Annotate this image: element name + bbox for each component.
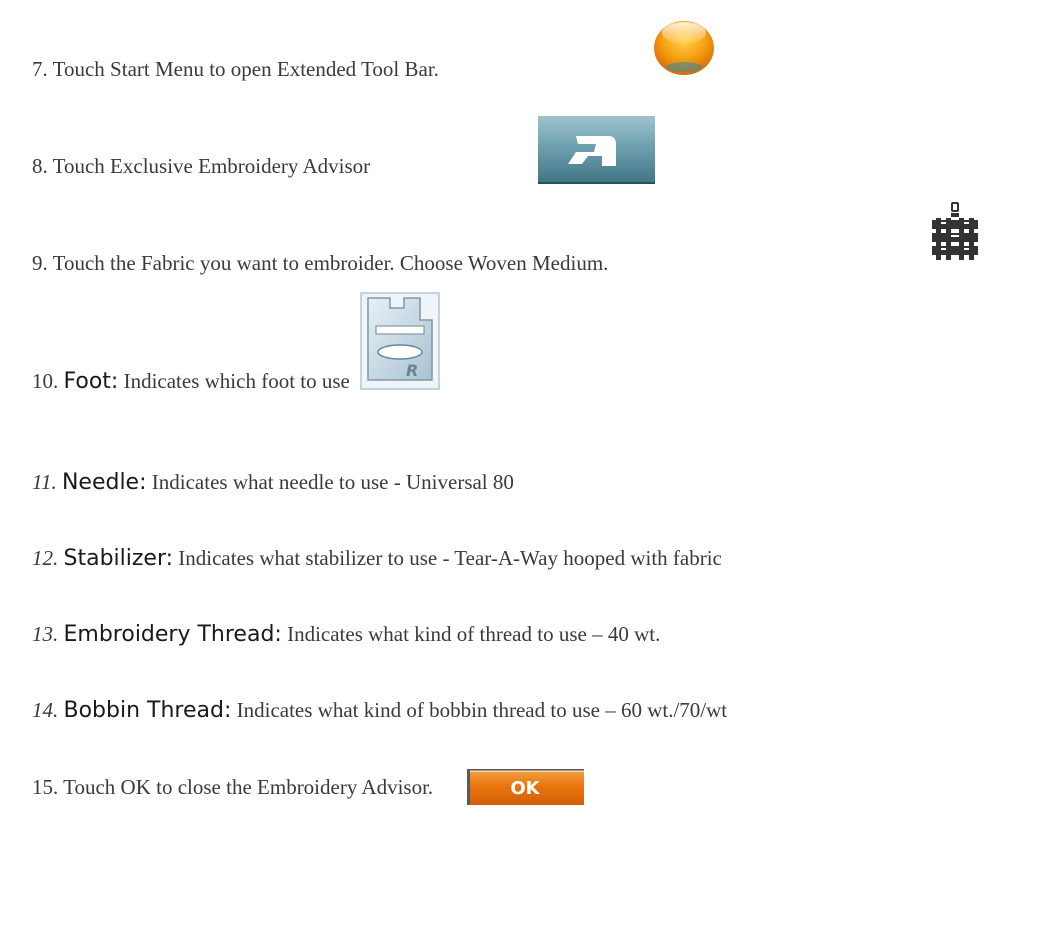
- step-7: 7. Touch Start Menu to open Extended Too…: [32, 59, 439, 80]
- step-text: Touch Exclusive Embroidery Advisor: [52, 154, 371, 178]
- step-number: 12.: [32, 546, 59, 570]
- step-text: Indicates what needle to use - Universal…: [151, 470, 514, 494]
- step-number: 14.: [32, 698, 59, 722]
- step-text: Indicates which foot to use: [123, 369, 350, 393]
- step-number: 7.: [32, 57, 48, 81]
- step-9: 9. Touch the Fabric you want to embroide…: [32, 253, 608, 274]
- step-number: 11.: [32, 470, 57, 494]
- step-number: 9.: [32, 251, 48, 275]
- step-text: Indicates what kind of bobbin thread to …: [236, 698, 728, 722]
- step-11: 11. Needle: Indicates what needle to use…: [32, 472, 514, 494]
- presser-foot-r-icon[interactable]: R: [360, 292, 440, 390]
- step-number: 15.: [32, 775, 59, 799]
- step-14: 14. Bobbin Thread: Indicates what kind o…: [32, 700, 727, 722]
- step-term: Embroidery Thread:: [63, 622, 282, 647]
- step-text: Indicates what kind of thread to use – 4…: [287, 622, 661, 646]
- step-10: 10. Foot: Indicates which foot to use: [32, 371, 350, 393]
- step-term: Foot:: [63, 369, 119, 394]
- start-menu-orb-icon[interactable]: [652, 18, 716, 76]
- step-text: Touch the Fabric you want to embroider. …: [52, 251, 609, 275]
- ok-button-label: OK: [510, 778, 540, 799]
- step-text: Touch Start Menu to open Extended Tool B…: [52, 57, 439, 81]
- step-13: 13. Embroidery Thread: Indicates what ki…: [32, 624, 660, 646]
- step-text: Touch OK to close the Embroidery Advisor…: [63, 775, 434, 799]
- step-number: 13.: [32, 622, 59, 646]
- step-number: 8.: [32, 154, 48, 178]
- step-8: 8. Touch Exclusive Embroidery Advisor: [32, 156, 370, 177]
- step-term: Bobbin Thread:: [63, 698, 232, 723]
- step-term: Needle:: [61, 470, 147, 495]
- foot-letter: R: [406, 361, 418, 380]
- ok-button[interactable]: OK: [467, 769, 584, 805]
- woven-fabric-icon[interactable]: [930, 200, 980, 268]
- step-term: Stabilizer:: [63, 546, 174, 571]
- step-12: 12. Stabilizer: Indicates what stabilize…: [32, 548, 722, 570]
- step-text: Indicates what stabilizer to use - Tear-…: [178, 546, 722, 570]
- step-number: 10.: [32, 369, 59, 393]
- sewing-machine-icon[interactable]: [538, 116, 655, 184]
- step-15: 15. Touch OK to close the Embroidery Adv…: [32, 777, 433, 798]
